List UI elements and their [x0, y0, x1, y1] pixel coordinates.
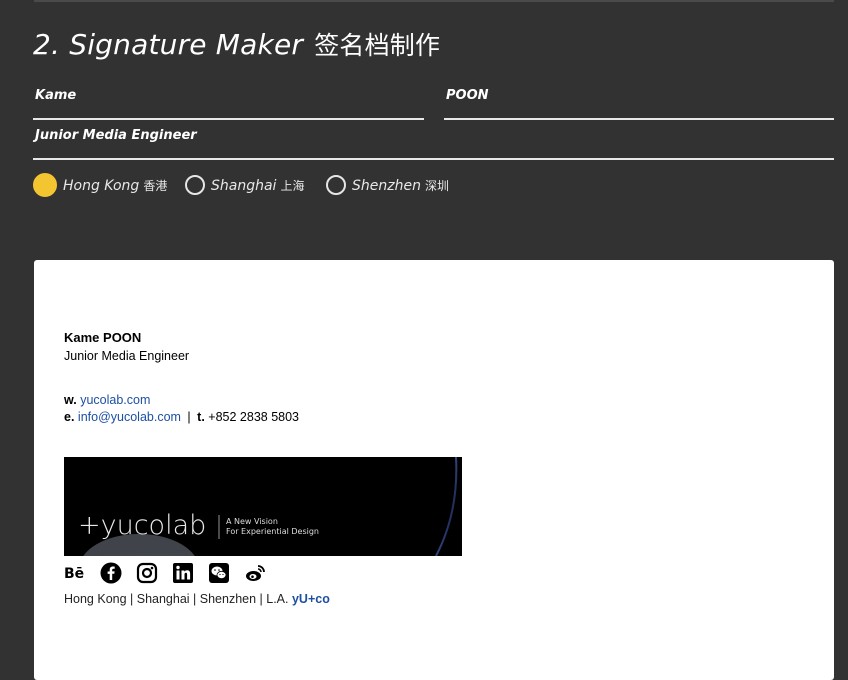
signature-block: Kame POON Junior Media Engineer w. yucol… — [64, 330, 299, 424]
signature-web-line: w. yucolab.com — [64, 393, 299, 407]
svg-text:Bē: Bē — [64, 566, 84, 582]
job-title-underline — [33, 158, 834, 160]
last-name-underline — [444, 118, 834, 120]
last-name-field[interactable]: POON — [444, 88, 834, 120]
brand-mark: yU+co — [291, 592, 330, 606]
phone-value: +852 2838 5803 — [208, 410, 299, 424]
radio-selected-icon — [33, 173, 57, 197]
social-icons-row: Bē — [64, 562, 280, 584]
first-name-underline — [33, 118, 424, 120]
behance-icon[interactable]: Bē — [64, 562, 86, 584]
radio-unselected-icon — [326, 175, 346, 195]
job-title-value: Junior Media Engineer — [35, 128, 197, 143]
radio-label-cjk: 香港 — [143, 178, 168, 193]
radio-label-cjk: 深圳 — [424, 178, 449, 193]
facebook-icon[interactable] — [100, 562, 122, 584]
section-title: 2. Signature Maker 签名档制作 — [33, 26, 440, 62]
office-list: Hong Kong | Shanghai | Shenzhen | L.A. — [64, 592, 289, 606]
first-name-value: Kame — [35, 88, 77, 103]
email-label: e. — [64, 410, 75, 424]
signature-name: Kame POON — [64, 330, 142, 345]
last-name-value: POON — [446, 88, 489, 103]
radio-shanghai[interactable]: Shanghai 上海 — [185, 172, 304, 198]
radio-label-text: Shanghai — [211, 177, 277, 194]
top-divider — [34, 0, 834, 2]
radio-label: Shenzhen 深圳 — [352, 177, 449, 194]
office-locations: Hong Kong | Shanghai | Shenzhen | L.A. y… — [64, 592, 330, 606]
banner-tagline-1: A New Vision — [226, 517, 278, 526]
radio-label: Hong Kong 香港 — [63, 177, 167, 194]
section-title-text: 2. Signature Maker — [33, 28, 304, 61]
instagram-icon[interactable] — [136, 562, 158, 584]
web-link[interactable]: yucolab.com — [80, 393, 150, 407]
radio-label-text: Hong Kong — [63, 177, 140, 194]
job-title-field[interactable]: Junior Media Engineer — [33, 128, 834, 160]
radio-label: Shanghai 上海 — [211, 177, 304, 194]
radio-shenzhen[interactable]: Shenzhen 深圳 — [326, 172, 449, 198]
radio-hong-kong[interactable]: Hong Kong 香港 — [33, 172, 167, 198]
banner-logo-text: +yucolab — [78, 510, 206, 541]
banner-tagline-2: For Experiential Design — [226, 527, 319, 536]
radio-unselected-icon — [185, 175, 205, 195]
signature-role: Junior Media Engineer — [64, 349, 190, 363]
banner-graphic: +yucolab A New Vision For Experiential D… — [64, 457, 462, 556]
signature-preview-card: Kame POON Junior Media Engineer w. yucol… — [34, 260, 834, 680]
signature-contact-line: e. info@yucolab.com | t. +852 2838 5803 — [64, 410, 299, 424]
phone-label: t. — [197, 410, 205, 424]
signature-banner: +yucolab A New Vision For Experiential D… — [64, 457, 462, 556]
first-name-field[interactable]: Kame — [33, 88, 424, 120]
wechat-icon[interactable] — [208, 562, 230, 584]
radio-label-cjk: 上海 — [280, 178, 305, 193]
contact-separator: | — [187, 410, 191, 424]
section-title-cjk: 签名档制作 — [314, 31, 441, 60]
web-label: w. — [64, 393, 77, 407]
linkedin-icon[interactable] — [172, 562, 194, 584]
radio-label-text: Shenzhen — [352, 177, 421, 194]
weibo-icon[interactable] — [244, 562, 266, 584]
email-link[interactable]: info@yucolab.com — [78, 410, 181, 424]
